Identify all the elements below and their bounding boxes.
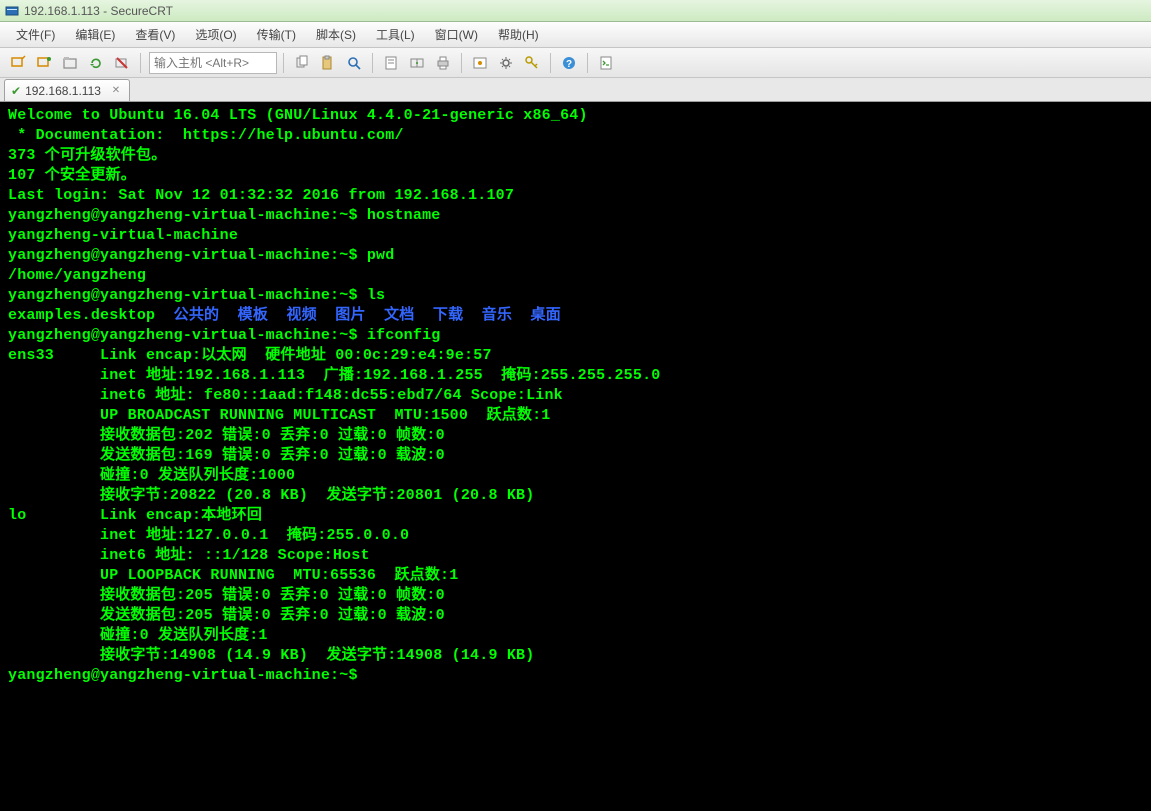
toolbar-separator — [283, 53, 284, 73]
terminal-line: 发送数据包:205 错误:0 丢弃:0 过载:0 载波:0 — [8, 606, 1143, 626]
terminal-pane[interactable]: Welcome to Ubuntu 16.04 LTS (GNU/Linux 4… — [0, 102, 1151, 811]
send-icon[interactable] — [405, 51, 429, 75]
terminal-line: yangzheng@yangzheng-virtual-machine:~$ h… — [8, 206, 1143, 226]
copy-icon[interactable] — [290, 51, 314, 75]
host-input[interactable] — [149, 52, 277, 74]
toolbar: ? — [0, 48, 1151, 78]
terminal-line: 碰撞:0 发送队列长度:1 — [8, 626, 1143, 646]
tab-label: 192.168.1.113 — [25, 84, 101, 98]
terminal-line: Last login: Sat Nov 12 01:32:32 2016 fro… — [8, 186, 1143, 206]
menu-bar: 文件(F) 编辑(E) 查看(V) 选项(O) 传输(T) 脚本(S) 工具(L… — [0, 22, 1151, 48]
window-title: 192.168.1.113 - SecureCRT — [24, 4, 173, 18]
tab-bar: ✔ 192.168.1.113 ✕ — [0, 78, 1151, 102]
terminal-line: inet 地址:127.0.0.1 掩码:255.0.0.0 — [8, 526, 1143, 546]
terminal-line: 接收数据包:202 错误:0 丢弃:0 过载:0 帧数:0 — [8, 426, 1143, 446]
find-icon[interactable] — [342, 51, 366, 75]
terminal-line: yangzheng-virtual-machine — [8, 226, 1143, 246]
terminal-line: 接收字节:14908 (14.9 KB) 发送字节:14908 (14.9 KB… — [8, 646, 1143, 666]
tab-connected-icon: ✔ — [11, 84, 21, 98]
menu-transfer[interactable]: 传输(T) — [247, 24, 306, 45]
toolbar-separator — [372, 53, 373, 73]
quick-connect-icon[interactable] — [6, 51, 30, 75]
toolbar-separator — [140, 53, 141, 73]
menu-view[interactable]: 查看(V) — [125, 24, 185, 45]
terminal-line: inet6 地址: fe80::1aad:f148:dc55:ebd7/64 S… — [8, 386, 1143, 406]
terminal-line: ens33 Link encap:以太网 硬件地址 00:0c:29:e4:9e… — [8, 346, 1143, 366]
menu-edit[interactable]: 编辑(E) — [65, 24, 125, 45]
properties-icon[interactable] — [379, 51, 403, 75]
terminal-line: inet6 地址: ::1/128 Scope:Host — [8, 546, 1143, 566]
terminal-line: 碰撞:0 发送队列长度:1000 — [8, 466, 1143, 486]
terminal-line: UP LOOPBACK RUNNING MTU:65536 跃点数:1 — [8, 566, 1143, 586]
terminal-ls-line: examples.desktop 公共的 模板 视频 图片 文档 下载 音乐 桌… — [8, 306, 1143, 326]
terminal-line: yangzheng@yangzheng-virtual-machine:~$ p… — [8, 246, 1143, 266]
settings-icon[interactable] — [494, 51, 518, 75]
terminal-line: * Documentation: https://help.ubuntu.com… — [8, 126, 1143, 146]
menu-options[interactable]: 选项(O) — [185, 24, 246, 45]
menu-script[interactable]: 脚本(S) — [306, 24, 366, 45]
help-icon[interactable]: ? — [557, 51, 581, 75]
paste-icon[interactable] — [316, 51, 340, 75]
connect-bar-icon[interactable] — [32, 51, 56, 75]
session-tab[interactable]: ✔ 192.168.1.113 ✕ — [4, 79, 130, 101]
terminal-line: 发送数据包:169 错误:0 丢弃:0 过载:0 载波:0 — [8, 446, 1143, 466]
toolbar-separator — [461, 53, 462, 73]
terminal-line: /home/yangzheng — [8, 266, 1143, 286]
terminal-line: 107 个安全更新。 — [8, 166, 1143, 186]
window-titlebar: 192.168.1.113 - SecureCRT — [0, 0, 1151, 22]
menu-help[interactable]: 帮助(H) — [488, 24, 549, 45]
terminal-line: UP BROADCAST RUNNING MULTICAST MTU:1500 … — [8, 406, 1143, 426]
tab-close-icon[interactable]: ✕ — [109, 84, 123, 98]
script-icon[interactable] — [594, 51, 618, 75]
terminal-line: Welcome to Ubuntu 16.04 LTS (GNU/Linux 4… — [8, 106, 1143, 126]
options-icon[interactable] — [468, 51, 492, 75]
disconnect-icon[interactable] — [110, 51, 134, 75]
reconnect-icon[interactable] — [84, 51, 108, 75]
app-icon — [4, 3, 20, 19]
terminal-line: lo Link encap:本地环回 — [8, 506, 1143, 526]
terminal-line: 接收字节:20822 (20.8 KB) 发送字节:20801 (20.8 KB… — [8, 486, 1143, 506]
menu-tools[interactable]: 工具(L) — [366, 24, 425, 45]
connect-tab-icon[interactable] — [58, 51, 82, 75]
print-icon[interactable] — [431, 51, 455, 75]
terminal-line: yangzheng@yangzheng-virtual-machine:~$ l… — [8, 286, 1143, 306]
terminal-line: yangzheng@yangzheng-virtual-machine:~$ i… — [8, 326, 1143, 346]
menu-file[interactable]: 文件(F) — [6, 24, 65, 45]
svg-text:?: ? — [566, 59, 572, 70]
terminal-line: 接收数据包:205 错误:0 丢弃:0 过载:0 帧数:0 — [8, 586, 1143, 606]
terminal-line: inet 地址:192.168.1.113 广播:192.168.1.255 掩… — [8, 366, 1143, 386]
terminal-prompt: yangzheng@yangzheng-virtual-machine:~$ — [8, 666, 1143, 686]
toolbar-separator — [587, 53, 588, 73]
toolbar-separator — [550, 53, 551, 73]
menu-window[interactable]: 窗口(W) — [425, 24, 488, 45]
terminal-line: 373 个可升级软件包。 — [8, 146, 1143, 166]
key-icon[interactable] — [520, 51, 544, 75]
